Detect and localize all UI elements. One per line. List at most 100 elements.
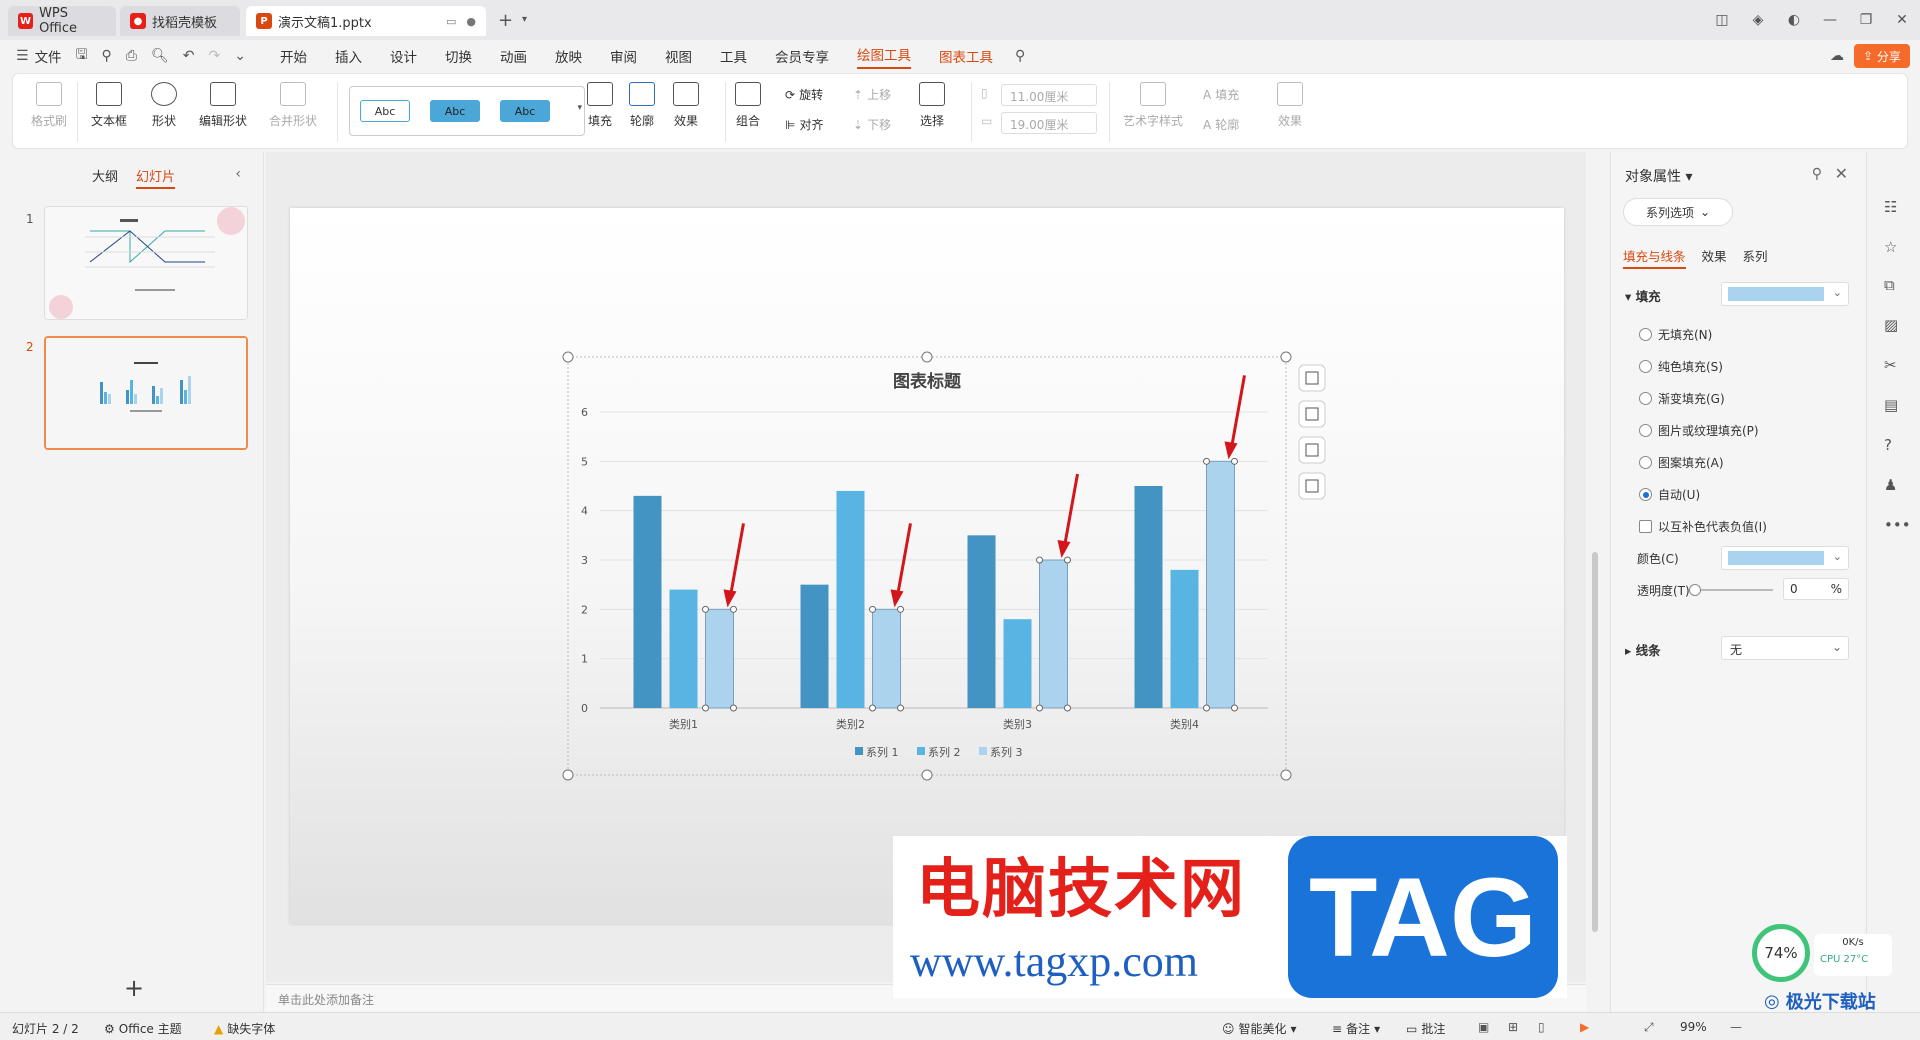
cube-icon[interactable]: ◈	[1740, 12, 1776, 28]
print-icon[interactable]: ⎙	[126, 48, 137, 64]
tab-document[interactable]: P 演示文稿1.pptx ▭ ●	[246, 6, 486, 36]
slider-handle[interactable]	[1689, 584, 1701, 596]
select-button[interactable]: 选择	[919, 82, 945, 129]
edit-shape-button[interactable]: 编辑形状	[199, 82, 247, 129]
format-painter-button[interactable]: 格式刷	[31, 82, 67, 129]
color-dropdown[interactable]: ⌄	[1721, 546, 1849, 570]
beautify-button[interactable]: ☺ 智能美化 ▾	[1222, 1020, 1297, 1037]
slide-thumbnail-1[interactable]	[44, 206, 248, 320]
link-icon[interactable]: ⚲	[102, 48, 112, 64]
preview-icon[interactable]: 🔍︎	[151, 48, 169, 64]
properties-title[interactable]: 对象属性 ▾	[1625, 166, 1692, 186]
invert-negative-checkbox[interactable]: 以互补色代表负值(I)	[1639, 518, 1767, 535]
text-fill-button[interactable]: A 填充	[1203, 86, 1239, 103]
text-outline-button[interactable]: A 轮廓	[1203, 116, 1239, 133]
height-field[interactable]: 11.00厘米	[1001, 84, 1097, 106]
play-icon[interactable]: ▶	[1580, 1020, 1589, 1034]
checkbox[interactable]	[1639, 520, 1652, 533]
copy-icon[interactable]: ⧉	[1884, 276, 1895, 294]
art-style-button[interactable]: 艺术字样式	[1123, 82, 1183, 129]
shape-button[interactable]: 形状	[151, 82, 177, 129]
shirt-icon[interactable]: ♟	[1884, 476, 1897, 494]
align-button[interactable]: ⊫ 对齐	[785, 116, 823, 133]
text-effect-button[interactable]: 效果	[1277, 82, 1303, 129]
option-no-fill[interactable]: 无填充(N)	[1639, 326, 1712, 343]
redo-icon[interactable]: ↷	[208, 48, 220, 64]
style-more-icon[interactable]: ▾	[577, 103, 582, 113]
outline-button[interactable]: 轮廓	[629, 82, 655, 129]
add-slide-button[interactable]: +	[124, 974, 144, 1002]
menu-item[interactable]: 会员专享	[775, 46, 829, 66]
close-panel-icon[interactable]: ✕	[1835, 164, 1848, 183]
menu-item[interactable]: 动画	[500, 46, 527, 66]
slide-thumbnail-2[interactable]	[44, 336, 248, 450]
rotate-button[interactable]: ⟳ 旋转	[785, 86, 823, 103]
width-field[interactable]: 19.00厘米	[1001, 112, 1097, 134]
menu-item[interactable]: 开始	[280, 46, 307, 66]
pin-icon[interactable]: ⚲	[1812, 166, 1822, 182]
more-icon[interactable]: •••	[1884, 516, 1911, 534]
grid-view-icon[interactable]: ⊞	[1508, 1020, 1518, 1034]
normal-view-icon[interactable]: ▣	[1478, 1020, 1489, 1034]
slide-canvas[interactable]	[290, 208, 1564, 924]
menu-item[interactable]: 图表工具	[939, 46, 993, 66]
option-picture-fill[interactable]: 图片或纹理填充(P)	[1639, 422, 1759, 439]
fill-section-header[interactable]: ▾ 填充	[1625, 286, 1661, 305]
radio-button[interactable]	[1639, 360, 1652, 373]
style-sample-3[interactable]: Abc	[500, 100, 550, 122]
notes-button[interactable]: ≡ 备注 ▾	[1332, 1020, 1380, 1037]
option-auto-fill[interactable]: 自动(U)	[1639, 486, 1700, 503]
group-button[interactable]: 组合	[735, 82, 761, 129]
line-section-header[interactable]: ▸ 线条	[1625, 640, 1661, 659]
undo-icon[interactable]: ↶	[183, 48, 195, 64]
tab-dropdown-icon[interactable]: ▾	[522, 14, 527, 25]
tab-fill-line[interactable]: 填充与线条	[1623, 246, 1686, 269]
restore-icon[interactable]: ❐	[1848, 12, 1884, 28]
radio-button[interactable]	[1639, 456, 1652, 469]
tab-wps-office[interactable]: W WPS Office	[8, 6, 116, 36]
network-monitor-widget[interactable]: 74% 0K/s CPU 27°C	[1752, 924, 1892, 982]
layout-icon[interactable]: ◫	[1704, 12, 1740, 28]
tab-outline[interactable]: 大纲	[92, 166, 118, 189]
menu-item[interactable]: 审阅	[610, 46, 637, 66]
add-tab-button[interactable]: +	[498, 10, 513, 31]
close-window-icon[interactable]: ✕	[1884, 12, 1920, 28]
menu-item[interactable]: 视图	[665, 46, 692, 66]
share-button[interactable]: ⇪ 分享	[1854, 44, 1910, 68]
option-solid-fill[interactable]: 纯色填充(S)	[1639, 358, 1723, 375]
collapse-panel-icon[interactable]: ‹	[235, 166, 241, 182]
search-icon[interactable]: ⚲	[1015, 48, 1025, 64]
comments-button[interactable]: ▭ 批注	[1406, 1020, 1445, 1037]
scrollbar-thumb[interactable]	[1592, 552, 1598, 932]
cloud-icon[interactable]: ☁	[1830, 48, 1844, 64]
menu-item[interactable]: 工具	[720, 46, 747, 66]
hamburger-icon[interactable]: ☰	[16, 48, 29, 64]
transparency-input[interactable]: 0%	[1783, 578, 1849, 600]
style-sample-1[interactable]: Abc	[360, 100, 410, 122]
line-dropdown[interactable]: 无 ⌄	[1721, 636, 1849, 660]
move-up-button[interactable]: ⇡ 上移	[853, 86, 891, 103]
textbox-button[interactable]: 文本框	[91, 82, 127, 129]
theme-button[interactable]: ⚙ Office 主题	[104, 1020, 182, 1037]
image-icon[interactable]: ▨	[1884, 316, 1898, 334]
menu-item[interactable]: 放映	[555, 46, 582, 66]
help-icon[interactable]: ?	[1884, 436, 1892, 454]
radio-button[interactable]	[1639, 328, 1652, 341]
more-quick-icon[interactable]: ⌄	[234, 48, 246, 64]
tab-effect[interactable]: 效果	[1702, 246, 1727, 269]
move-down-button[interactable]: ⇣ 下移	[853, 116, 891, 133]
save-icon[interactable]: 🖫	[76, 44, 88, 68]
fill-button[interactable]: 填充	[587, 82, 613, 129]
transparency-slider[interactable]	[1689, 584, 1773, 596]
properties-icon[interactable]: ☷	[1884, 198, 1897, 216]
tab-slides[interactable]: 幻灯片	[136, 166, 176, 189]
missing-font-button[interactable]: ▲ 缺失字体	[214, 1020, 275, 1037]
tab-series[interactable]: 系列	[1743, 246, 1768, 269]
fit-icon[interactable]: ⤢	[1644, 1020, 1654, 1035]
radio-button-selected[interactable]	[1639, 488, 1652, 501]
fill-color-dropdown[interactable]: ⌄	[1721, 282, 1849, 306]
tab-template[interactable]: ● 找稻壳模板	[120, 6, 240, 36]
menu-file[interactable]: 文件	[35, 46, 62, 66]
style-sample-2[interactable]: Abc	[430, 100, 480, 122]
avatar[interactable]: ◐	[1776, 12, 1812, 28]
